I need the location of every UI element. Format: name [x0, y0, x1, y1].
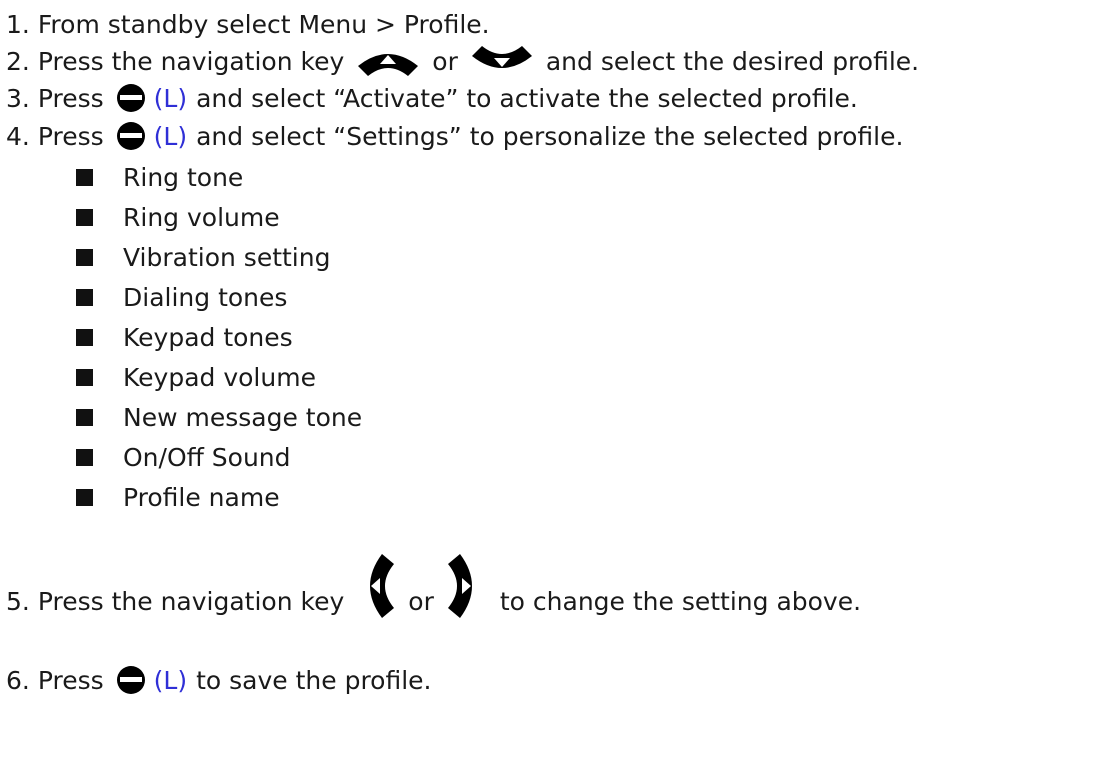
step-5: 5. Press the navigation key or to change… [6, 552, 861, 620]
nav-down-key-icon [471, 46, 532, 68]
settings-item-label: Ring volume [123, 203, 280, 232]
bullet-icon [76, 209, 93, 226]
settings-item-label: Ring tone [123, 163, 244, 192]
settings-item: Dialing tones [76, 283, 287, 312]
settings-item-label: Profile name [123, 483, 280, 512]
step-text: Press [37, 83, 104, 113]
settings-item-label: New message tone [123, 403, 363, 432]
settings-item: Vibration setting [76, 243, 330, 272]
bullet-icon [76, 489, 93, 506]
step-number: 1. [6, 10, 30, 39]
soft-key-label: (L) [153, 121, 188, 151]
soft-key-label: (L) [153, 665, 188, 695]
settings-item-label: Vibration setting [123, 243, 331, 272]
step-number: 3. [6, 83, 30, 113]
settings-item: Keypad tones [76, 323, 293, 352]
step-text-cont: to change the setting above. [499, 587, 862, 616]
bullet-icon [76, 369, 93, 386]
step-text: Press the navigation key [37, 46, 345, 76]
bullet-icon [76, 329, 93, 346]
settings-item-label: Keypad tones [123, 323, 293, 352]
bullet-icon [76, 409, 93, 426]
settings-item-label: Keypad volume [123, 363, 316, 392]
bullet-icon [76, 169, 93, 186]
nav-right-key-icon [447, 554, 472, 618]
nav-left-key-icon [370, 554, 395, 618]
soft-key-label: (L) [153, 83, 188, 113]
step-number: 5. [6, 587, 30, 616]
nav-up-key-icon [358, 54, 419, 76]
settings-item: New message tone [76, 403, 362, 432]
step-2: 2. Press the navigation key or and selec… [6, 44, 919, 78]
settings-item: Keypad volume [76, 363, 316, 392]
instruction-document: 1. From standby select Menu > Profile. 2… [0, 0, 1119, 762]
left-soft-key-icon [116, 666, 145, 694]
step-text: Press the navigation key [37, 587, 345, 616]
step-text-cont: and select “Activate” to activate the se… [196, 83, 858, 113]
step-text-cont: and select the desired profile. [545, 46, 920, 76]
or-text: or [408, 587, 434, 616]
step-number: 6. [6, 665, 30, 695]
settings-item-label: On/Off Sound [123, 443, 291, 472]
step-text: Press [37, 121, 104, 151]
left-soft-key-icon [116, 122, 145, 150]
or-text: or [432, 46, 458, 76]
step-text-cont: and select “Settings” to personalize the… [196, 121, 904, 151]
settings-item-label: Dialing tones [123, 283, 288, 312]
bullet-icon [76, 249, 93, 266]
settings-item: Ring tone [76, 163, 243, 192]
left-soft-key-icon [116, 84, 145, 112]
settings-item: Profile name [76, 483, 280, 512]
step-text: Press [37, 665, 104, 695]
bullet-icon [76, 289, 93, 306]
step-number: 2. [6, 46, 30, 76]
bullet-icon [76, 449, 93, 466]
step-4: 4. Press (L) and select “Settings” to pe… [6, 121, 903, 151]
step-6: 6. Press (L) to save the profile. [6, 665, 432, 695]
step-number: 4. [6, 121, 30, 151]
step-3: 3. Press (L) and select “Activate” to ac… [6, 83, 858, 113]
step-text-cont: to save the profile. [196, 665, 432, 695]
settings-item: Ring volume [76, 203, 280, 232]
settings-item: On/Off Sound [76, 443, 291, 472]
step-text: From standby select Menu > Profile. [37, 10, 490, 39]
step-1: 1. From standby select Menu > Profile. [6, 10, 490, 39]
